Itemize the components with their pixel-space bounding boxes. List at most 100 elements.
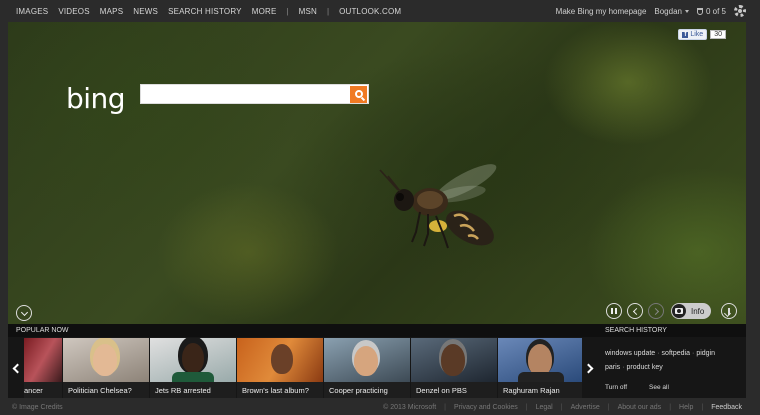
nav-maps[interactable]: MAPS [100,7,123,16]
footer-separator: | [525,403,528,411]
nav-news[interactable]: NEWS [133,7,158,16]
popular-tiles: ancer Politician Chelsea? Jets RB arrest… [24,338,582,398]
facebook-like-widget[interactable]: f Like 30 [678,29,726,40]
footer-separator: | [669,403,672,411]
rewards-count: 0 of 5 [705,6,726,16]
make-homepage-link[interactable]: Make Bing my homepage [556,7,647,16]
facebook-like-count: 30 [710,30,726,39]
popular-tile-caption: Denzel on PBS [411,382,497,398]
popular-tile-image [63,338,149,382]
popular-now-carousel: ancer Politician Chelsea? Jets RB arrest… [8,338,598,398]
user-name: Bogdan [654,6,682,16]
gear-icon[interactable] [734,5,746,17]
nav-images[interactable]: IMAGES [16,7,48,16]
facebook-like-button[interactable]: f Like [678,29,708,40]
rewards-counter[interactable]: 0 of 5 [696,6,726,16]
info-label: Info [691,306,705,316]
history-separator: · [622,364,625,371]
footer-link-about-ads[interactable]: About our ads [618,404,662,411]
facebook-icon: f [682,31,689,38]
chevron-left-icon [632,307,640,315]
popular-tile[interactable]: Raghuram Rajan [498,338,582,398]
nav-separator: | [326,6,330,16]
history-separator: · [657,350,660,357]
popular-tile-caption: Politician Chelsea? [63,382,149,398]
popular-tile-caption: Brown's last album? [237,382,323,398]
top-navigation: IMAGES VIDEOS MAPS NEWS SEARCH HISTORY M… [16,7,411,16]
nav-separator: | [286,6,289,16]
history-item[interactable]: paris [605,364,620,371]
search-history-panel: SEARCH HISTORY windows update · softpedia ·… [598,324,746,398]
previous-image-button[interactable] [627,303,643,319]
next-image-button[interactable] [648,303,664,319]
nav-more[interactable]: MORE [252,7,277,16]
footer-separator: | [607,403,610,411]
expand-button[interactable] [16,305,32,321]
search-input[interactable] [141,85,350,103]
nav-videos[interactable]: VIDEOS [58,7,89,16]
bing-logo[interactable]: bing [66,82,126,115]
popular-tile-image [324,338,410,382]
pause-icon [611,308,617,314]
nav-msn[interactable]: MSN [299,7,317,16]
homepage-hero-image: f Like 30 bing Info [8,22,746,324]
carousel-next-button[interactable] [582,338,598,398]
history-item[interactable]: pidgin [696,350,715,357]
image-info-button[interactable]: Info [671,303,711,319]
history-item[interactable]: softpedia [662,350,690,357]
footer-separator: | [560,403,563,411]
history-item[interactable]: product key [627,364,663,371]
popular-tile-caption: Cooper practicing [324,382,410,398]
popular-tile[interactable]: Cooper practicing [324,338,410,398]
page-footer: © Image Credits © 2013 Microsoft | Priva… [0,399,760,415]
history-item[interactable]: windows update [605,350,655,357]
chevron-right-icon [651,307,659,315]
download-icon [728,307,730,315]
chevron-left-icon [12,363,23,373]
footer-separator: | [444,403,446,411]
footer-link-help[interactable]: Help [679,404,693,411]
chevron-down-icon [684,9,689,13]
popular-tile-image [498,338,582,384]
popular-now-panel: POPULAR NOW ancer Politician Chelsea? Je… [8,324,598,398]
chevron-right-icon [583,363,594,373]
popular-tile-image [411,338,497,382]
popular-tile-image [237,338,323,382]
pause-button[interactable] [606,303,622,319]
popular-tile-image [150,338,236,384]
carousel-prev-button[interactable] [8,338,24,398]
popular-tile[interactable]: Jets RB arrested [150,338,236,398]
search-history-footer: Turn off See all [605,384,669,391]
top-bar: IMAGES VIDEOS MAPS NEWS SEARCH HISTORY M… [0,0,760,22]
popular-tile-caption: Raghuram Rajan [498,382,582,398]
nav-outlook[interactable]: OUTLOOK.COM [339,7,401,16]
turn-off-history-link[interactable]: Turn off [605,384,627,391]
popular-now-title: POPULAR NOW [8,324,598,337]
bee-photo-subject [379,164,497,249]
facebook-like-label: Like [690,31,704,38]
user-menu[interactable]: Bogdan [654,7,689,16]
see-all-history-link[interactable]: See all [649,384,669,391]
trophy-icon [696,7,703,15]
image-credits-link[interactable]: © Image Credits [12,404,63,411]
popular-tile-caption: ancer [24,382,62,398]
nav-search-history[interactable]: SEARCH HISTORY [168,7,242,16]
footer-link-legal[interactable]: Legal [536,404,553,411]
popular-tile[interactable]: Politician Chelsea? [63,338,149,398]
search-history-list: windows update · softpedia · pidgin paris · pr… [598,337,746,375]
search-button[interactable] [350,85,367,103]
footer-link-privacy[interactable]: Privacy and Cookies [454,404,518,411]
search-history-title: SEARCH HISTORY [598,324,746,337]
search-box [140,84,369,104]
popular-tile-caption: Jets RB arrested [150,382,236,398]
footer-link-advertise[interactable]: Advertise [571,404,600,411]
download-button[interactable] [721,303,737,319]
popular-tile[interactable]: Denzel on PBS [411,338,497,398]
popular-tile-image [24,338,62,382]
search-icon [354,90,363,98]
camera-icon [672,304,686,318]
popular-tile[interactable]: Brown's last album? [237,338,323,398]
popular-tile[interactable]: ancer [24,338,62,398]
footer-links: © 2013 Microsoft | Privacy and Cookies |… [379,404,746,411]
footer-link-feedback[interactable]: Feedback [711,404,742,411]
